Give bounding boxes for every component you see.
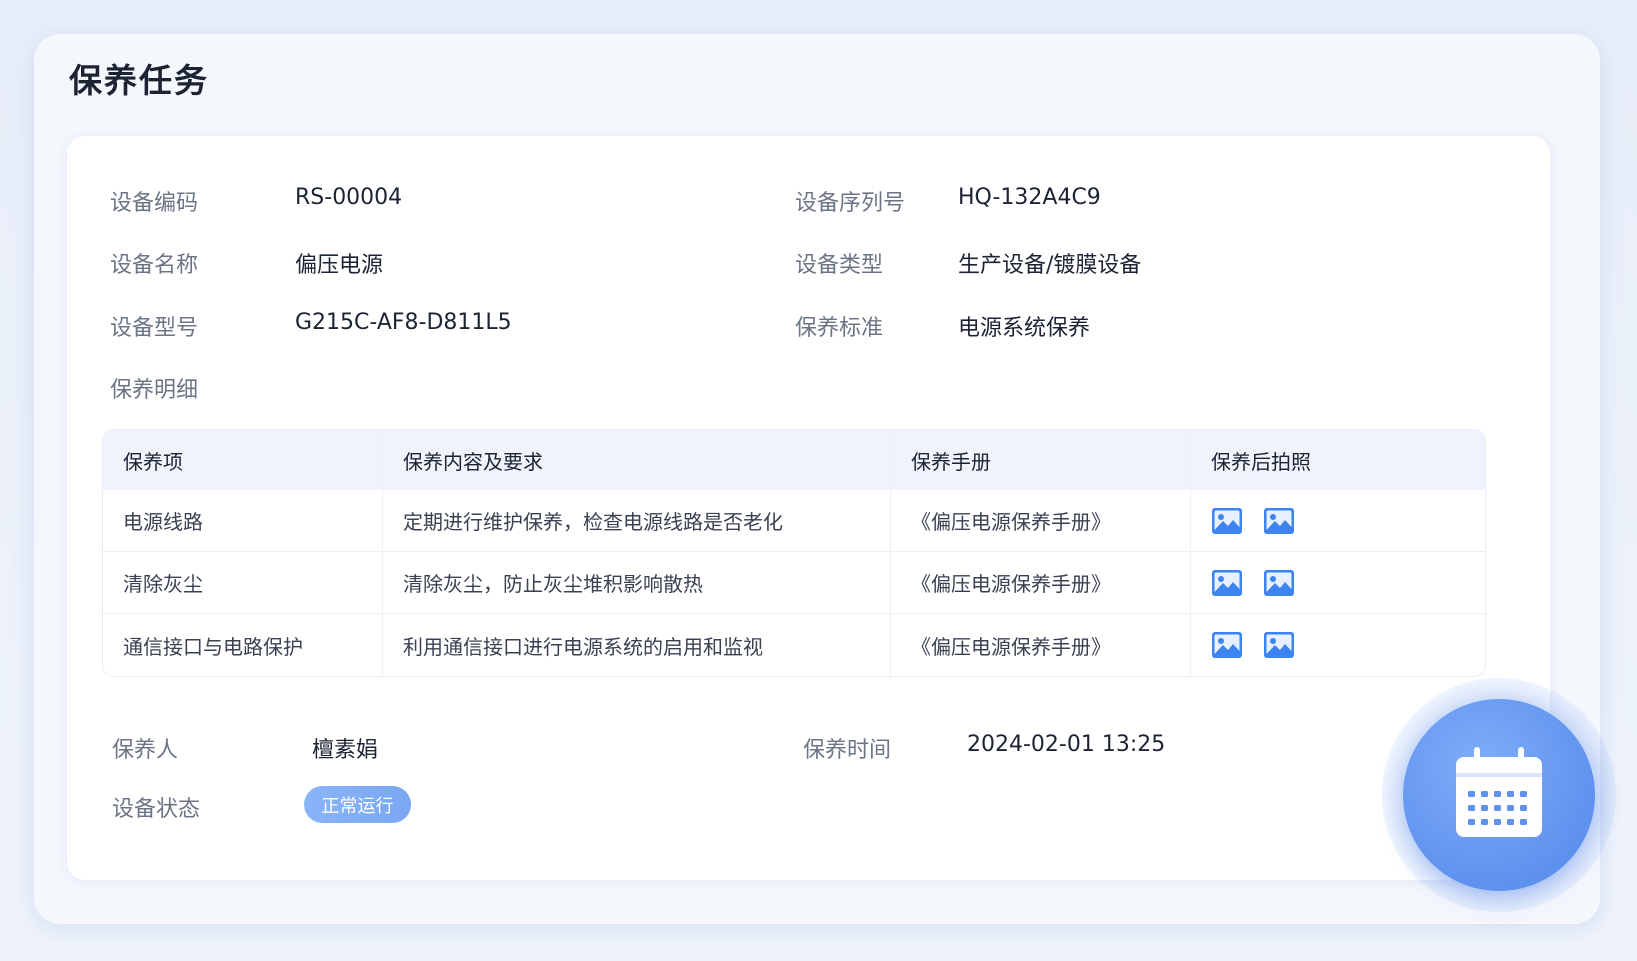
calendar-icon — [1454, 747, 1544, 843]
device-name-label: 设备名称 — [110, 253, 199, 278]
maintenance-standard-label: 保养标准 — [795, 316, 884, 341]
maintenance-details-label: 保养明细 — [110, 378, 199, 403]
row-content: 利用通信接口进行电源系统的启用和监视 — [383, 614, 891, 676]
row-photos — [1191, 614, 1485, 676]
image-icon[interactable] — [1211, 507, 1243, 535]
device-model-value: G215C-AF8-D811L5 — [295, 310, 512, 335]
column-header-manual: 保养手册 — [891, 430, 1191, 490]
image-icon[interactable] — [1211, 631, 1243, 659]
page-background: 保养任务 设备编码 RS-00004 设备序列号 HQ-132A4C9 设备名称… — [0, 0, 1637, 961]
row-manual-link[interactable]: 《偏压电源保养手册》 — [891, 552, 1191, 613]
table-row: 电源线路 定期进行维护保养，检查电源线路是否老化 《偏压电源保养手册》 — [103, 490, 1485, 552]
image-icon[interactable] — [1211, 569, 1243, 597]
row-item: 电源线路 — [103, 490, 383, 551]
table-row: 通信接口与电路保护 利用通信接口进行电源系统的启用和监视 《偏压电源保养手册》 — [103, 614, 1485, 676]
image-icon[interactable] — [1263, 569, 1295, 597]
device-code-value: RS-00004 — [295, 185, 403, 210]
device-serial-label: 设备序列号 — [795, 191, 906, 216]
maintenance-time-value: 2024-02-01 13:25 — [967, 732, 1166, 757]
status-badge: 正常运行 — [304, 786, 411, 823]
table-header-row: 保养项 保养内容及要求 保养手册 保养后拍照 — [103, 430, 1485, 490]
device-type-label: 设备类型 — [795, 253, 884, 278]
maintainer-value: 檀素娟 — [312, 738, 379, 763]
maintenance-time-label: 保养时间 — [803, 738, 892, 763]
device-type-value: 生产设备/镀膜设备 — [958, 253, 1142, 278]
calendar-button[interactable] — [1403, 699, 1595, 891]
device-model-label: 设备型号 — [110, 316, 199, 341]
row-photos — [1191, 490, 1485, 551]
row-item: 通信接口与电路保护 — [103, 614, 383, 676]
device-serial-value: HQ-132A4C9 — [958, 185, 1101, 210]
image-icon[interactable] — [1263, 507, 1295, 535]
maintenance-standard-value: 电源系统保养 — [958, 316, 1091, 341]
row-content: 清除灰尘，防止灰尘堆积影响散热 — [383, 552, 891, 613]
device-code-label: 设备编码 — [110, 191, 199, 216]
maintainer-label: 保养人 — [112, 738, 179, 763]
image-icon[interactable] — [1263, 631, 1295, 659]
row-item: 清除灰尘 — [103, 552, 383, 613]
row-manual-link[interactable]: 《偏压电源保养手册》 — [891, 614, 1191, 676]
table-row: 清除灰尘 清除灰尘，防止灰尘堆积影响散热 《偏压电源保养手册》 — [103, 552, 1485, 614]
row-manual-link[interactable]: 《偏压电源保养手册》 — [891, 490, 1191, 551]
row-photos — [1191, 552, 1485, 613]
maintenance-details-table: 保养项 保养内容及要求 保养手册 保养后拍照 电源线路 定期进行维护保养，检查电… — [102, 429, 1486, 677]
column-header-photos: 保养后拍照 — [1211, 449, 1311, 474]
device-status-label: 设备状态 — [112, 797, 201, 822]
device-name-value: 偏压电源 — [295, 253, 384, 278]
column-header-content: 保养内容及要求 — [383, 430, 891, 490]
column-header-item: 保养项 — [103, 430, 383, 490]
row-content: 定期进行维护保养，检查电源线路是否老化 — [383, 490, 891, 551]
page-title: 保养任务 — [69, 61, 209, 100]
